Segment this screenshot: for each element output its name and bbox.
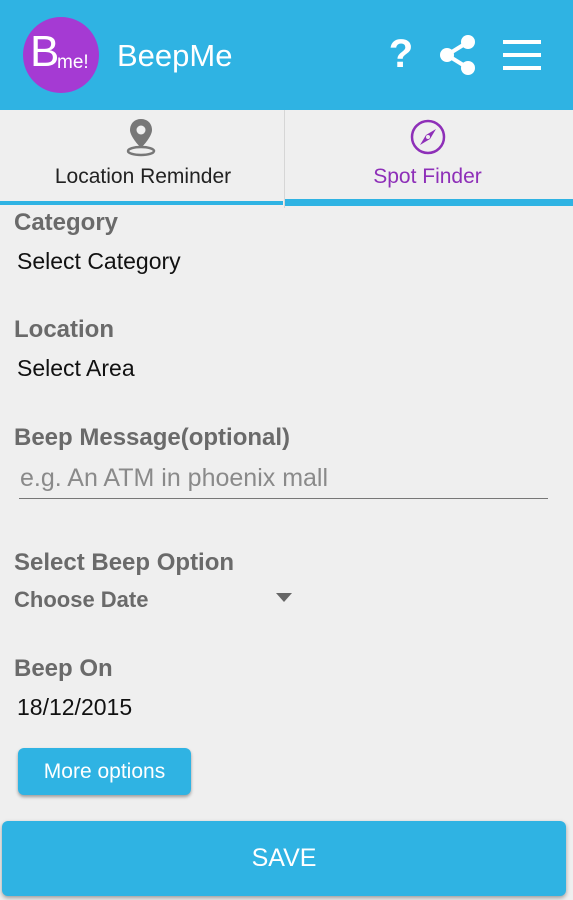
beep-on-date[interactable]: 18/12/2015: [17, 693, 132, 721]
beep-option-label: Select Beep Option: [14, 549, 235, 576]
logo-suffix: me!: [57, 52, 89, 73]
beep-on-label: Beep On: [14, 655, 113, 682]
app-title: BeepMe: [117, 38, 233, 73]
app-bar: B me! BeepMe ?: [0, 0, 573, 110]
compass-icon: [410, 119, 446, 155]
tab-bar: Location Reminder Spot Finder: [0, 110, 573, 208]
location-pin-icon: [126, 119, 156, 157]
beep-message-input[interactable]: [19, 459, 548, 499]
category-select[interactable]: Select Category: [17, 247, 181, 275]
category-label: Category: [14, 209, 119, 236]
save-button[interactable]: SAVE: [2, 821, 566, 896]
location-label: Location: [14, 316, 114, 343]
beep-message-label: Beep Message(optional): [14, 424, 291, 451]
menu-icon[interactable]: [501, 37, 543, 73]
beep-option-dropdown[interactable]: Choose Date: [14, 585, 294, 617]
help-icon[interactable]: ?: [386, 34, 416, 74]
dropdown-caret-icon: [276, 593, 292, 602]
tab-location-reminder[interactable]: Location Reminder: [0, 110, 286, 208]
logo-letter: B: [30, 27, 60, 76]
more-options-button[interactable]: More options: [18, 748, 191, 795]
tab-indicator: [0, 201, 283, 205]
location-select[interactable]: Select Area: [17, 354, 135, 382]
tab-spot-finder[interactable]: Spot Finder: [284, 110, 573, 208]
tab-indicator: [285, 199, 573, 206]
beep-option-value: Choose Date: [14, 587, 149, 612]
share-icon[interactable]: [437, 34, 479, 76]
tab-label: Spot Finder: [373, 165, 482, 188]
app-logo: B me!: [23, 17, 99, 93]
tab-label: Location Reminder: [54, 165, 232, 188]
